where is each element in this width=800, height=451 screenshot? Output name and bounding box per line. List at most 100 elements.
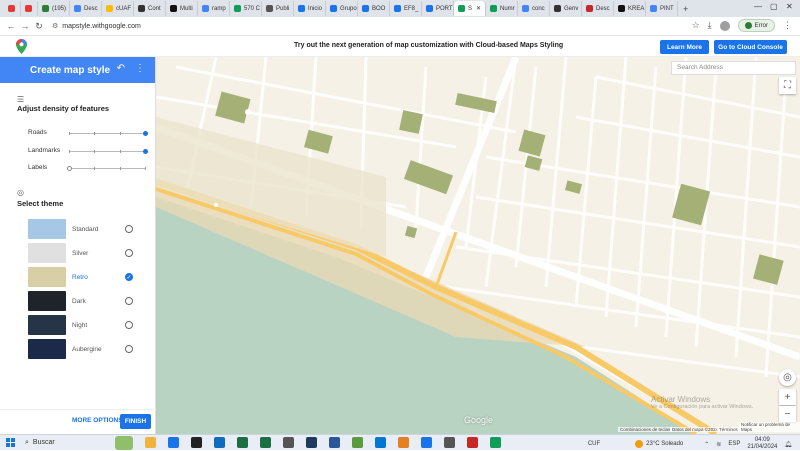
back-icon[interactable]: ← xyxy=(4,21,18,31)
minimize-button[interactable]: — xyxy=(754,2,762,11)
go-to-cloud-console-button[interactable]: Go to Cloud Console xyxy=(714,40,787,54)
theme-option[interactable]: Dark xyxy=(28,291,158,311)
radio-button[interactable] xyxy=(125,297,133,305)
cactus-widget-icon[interactable] xyxy=(115,435,133,450)
slider-knob[interactable] xyxy=(67,166,72,171)
tab-favicon-icon xyxy=(522,5,529,12)
taskbar-app-icon[interactable] xyxy=(306,437,317,448)
forward-icon[interactable]: → xyxy=(18,21,32,31)
theme-option[interactable]: Standard xyxy=(28,219,158,239)
report-problem-link[interactable]: Notificar un problema de Maps xyxy=(739,422,800,432)
undo-icon[interactable]: ↶ xyxy=(117,63,125,74)
site-info-icon[interactable]: ⚙ xyxy=(52,22,58,30)
close-window-button[interactable]: ✕ xyxy=(786,2,793,11)
browser-tab[interactable]: (195) xyxy=(38,1,70,16)
browser-tab[interactable]: Inicio xyxy=(294,1,326,16)
url-field[interactable]: ⚙ mapstyle.withgoogle.com xyxy=(52,22,141,31)
currency-widget[interactable]: CUF xyxy=(588,441,600,447)
clock[interactable]: 04:09 21/04/2024 xyxy=(747,437,777,451)
bookmark-star-icon[interactable]: ☆ xyxy=(692,20,700,31)
taskbar-app-icon[interactable] xyxy=(398,437,409,448)
browser-tab[interactable]: KREA xyxy=(614,1,646,16)
weather-widget[interactable]: 23°C Soleado xyxy=(635,440,683,448)
time-text: 04:09 xyxy=(754,437,770,443)
browser-tab[interactable]: Genv xyxy=(550,1,582,16)
taskbar-search[interactable]: ⌕ Buscar xyxy=(25,439,115,447)
browser-tab[interactable]: conc xyxy=(518,1,550,16)
chevron-up-icon[interactable]: ⌃ xyxy=(704,441,709,448)
tab-favicon-icon xyxy=(8,5,15,12)
browser-tab[interactable]: 570 C xyxy=(230,1,262,16)
keyboard-shortcuts-link[interactable]: Combinaciones de teclas xyxy=(618,427,673,432)
taskbar-app-icon[interactable] xyxy=(191,437,202,448)
browser-tab[interactable]: EF8_ xyxy=(390,1,422,16)
zoom-in-button[interactable]: + xyxy=(779,389,796,405)
taskbar-app-icon[interactable] xyxy=(467,437,478,448)
fullscreen-icon[interactable]: ⛶ xyxy=(779,77,796,94)
learn-more-button[interactable]: Learn More xyxy=(660,40,709,54)
map-canvas[interactable]: Search Address ⛶ ◎ + − Google Activar Wi… xyxy=(156,57,800,434)
radio-button[interactable] xyxy=(125,249,133,257)
windows-start-icon[interactable] xyxy=(6,438,15,447)
taskbar-app-icon[interactable] xyxy=(237,437,248,448)
maximize-button[interactable]: ▢ xyxy=(770,2,778,11)
search-address-input[interactable]: Search Address xyxy=(671,61,796,75)
taskbar-app-icon[interactable] xyxy=(214,437,225,448)
browser-tab[interactable] xyxy=(21,1,38,16)
download-icon[interactable]: ⤓ xyxy=(708,20,712,31)
profile-icon[interactable] xyxy=(719,20,730,31)
taskbar-app-icon[interactable] xyxy=(168,437,179,448)
browser-tab[interactable] xyxy=(4,1,21,16)
zoom-out-button[interactable]: − xyxy=(779,406,796,422)
language-indicator[interactable]: ESP xyxy=(728,441,740,447)
taskbar-app-icon[interactable] xyxy=(283,437,294,448)
more-options-kebab-icon[interactable]: ⋮ xyxy=(135,63,145,74)
radio-button[interactable] xyxy=(125,225,133,233)
browser-tab[interactable]: cUAF xyxy=(102,1,134,16)
density-slider[interactable] xyxy=(67,166,146,171)
finish-button[interactable]: FINISH xyxy=(120,414,151,429)
my-location-icon[interactable]: ◎ xyxy=(779,369,796,386)
terms-link[interactable]: Términos xyxy=(717,427,740,432)
taskbar-app-icon[interactable] xyxy=(145,437,156,448)
wifi-icon[interactable]: ≋ xyxy=(716,441,721,448)
theme-option[interactable]: Silver xyxy=(28,243,158,263)
browser-tab[interactable]: S ✕ xyxy=(454,1,486,16)
theme-option[interactable]: Aubergine xyxy=(28,339,158,359)
more-options-button[interactable]: MORE OPTIONS xyxy=(72,417,123,424)
reload-icon[interactable]: ↻ xyxy=(32,21,46,32)
density-slider[interactable] xyxy=(69,149,148,154)
new-tab-button[interactable]: + xyxy=(683,4,688,14)
browser-tab[interactable]: Cont xyxy=(134,1,166,16)
taskbar-app-icon[interactable] xyxy=(329,437,340,448)
taskbar-app-icon[interactable] xyxy=(375,437,386,448)
radio-button[interactable] xyxy=(125,345,133,353)
browser-tab[interactable]: Desc xyxy=(70,1,102,16)
taskbar-app-icon[interactable] xyxy=(490,437,501,448)
tab-favicon-icon xyxy=(74,5,81,12)
taskbar-app-icon[interactable] xyxy=(352,437,363,448)
menu-kebab-icon[interactable]: ⋮ xyxy=(783,20,792,31)
notification-bell-icon[interactable]: 🔔︎ xyxy=(784,441,792,448)
taskbar-app-icon[interactable] xyxy=(421,437,432,448)
browser-tab[interactable]: PORT xyxy=(422,1,454,16)
taskbar-app-icon[interactable] xyxy=(444,437,455,448)
profile-error-pill[interactable]: Error xyxy=(737,19,775,32)
browser-tab[interactable]: PINT xyxy=(646,1,678,16)
slider-knob[interactable] xyxy=(143,149,148,154)
browser-tab[interactable]: Numr xyxy=(486,1,518,16)
theme-option[interactable]: Night xyxy=(28,315,158,335)
browser-tab[interactable]: Multi xyxy=(166,1,198,16)
slider-knob[interactable] xyxy=(143,131,148,136)
taskbar-app-icon[interactable] xyxy=(260,437,271,448)
radio-checked-icon[interactable]: ✓ xyxy=(125,273,133,281)
close-tab-icon[interactable]: ✕ xyxy=(476,5,481,12)
browser-tab[interactable]: BOO xyxy=(358,1,390,16)
theme-option[interactable]: Retro ✓ xyxy=(28,267,158,287)
browser-tab[interactable]: ramp xyxy=(198,1,230,16)
browser-tab[interactable]: Publi xyxy=(262,1,294,16)
browser-tab[interactable]: Grupo xyxy=(326,1,358,16)
radio-button[interactable] xyxy=(125,321,133,329)
browser-tab[interactable]: Desc xyxy=(582,1,614,16)
density-slider[interactable] xyxy=(69,131,148,136)
